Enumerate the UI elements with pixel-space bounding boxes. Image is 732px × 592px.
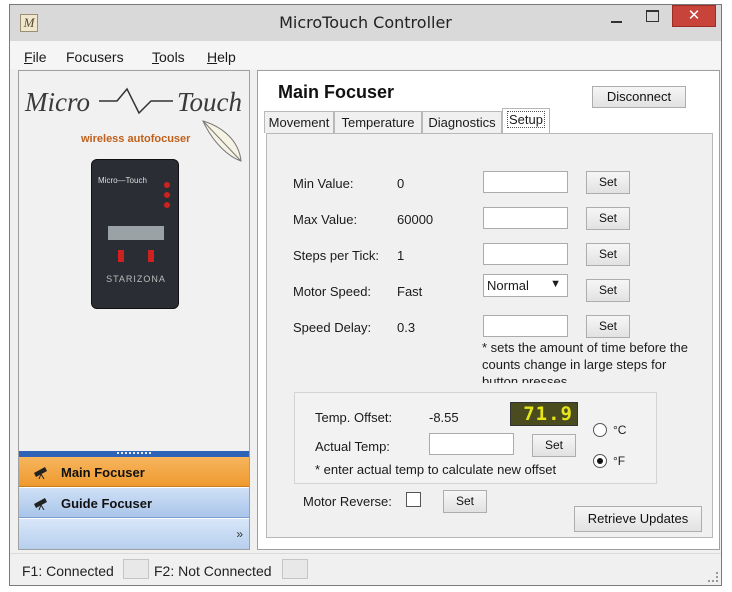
device-button [148,250,154,262]
max-value-input[interactable] [483,207,568,229]
menu-help-label: elp [217,49,236,65]
motor-speed-label: Motor Speed: [293,284,372,299]
status-f2: F2: Not Connected [154,563,272,579]
status-f2-indicator [282,559,308,579]
steps-per-tick-input[interactable] [483,243,568,265]
menu-file[interactable]: File [24,49,47,65]
telescope-icon [34,467,47,479]
set-temp-button[interactable]: Set [532,434,576,457]
min-value-label: Min Value: [293,176,354,191]
max-value-label: Max Value: [293,212,358,227]
menu-help-accel: H [207,49,218,65]
microtouch-logo: Micro Touch [25,87,242,118]
motor-speed-selected: Normal [487,278,529,293]
tab-movement[interactable]: Movement [264,111,334,133]
menu-tools-accel: T [152,49,159,65]
steps-per-tick-label: Steps per Tick: [293,248,379,263]
speed-delay-readout: 0.3 [397,320,416,335]
tab-setup[interactable]: Setup [502,108,550,134]
nav-main-focuser-label: Main Focuser [61,465,145,480]
chevron-double-icon[interactable]: » [236,527,243,541]
speed-delay-input[interactable] [483,315,568,337]
nav-overflow-bar[interactable]: » [19,519,249,549]
disconnect-button[interactable]: Disconnect [592,86,686,108]
app-window: M MicroTouch Controller ✕ File Focusers … [9,4,722,586]
device-lcd [108,226,164,240]
radio-fahrenheit[interactable] [593,454,607,468]
speed-delay-label: Speed Delay: [293,320,372,335]
menu-file-label: ile [32,49,47,65]
logo-part2: Touch [177,87,243,117]
motor-reverse-label: Motor Reverse: [303,494,392,509]
steps-per-tick-readout: 1 [397,248,405,263]
menu-focusers[interactable]: Focusers [66,49,124,65]
focuser-sidebar: Micro Touch wireless autofocuser Micro—T… [18,70,250,550]
temp-offset-readout: -8.55 [429,410,459,425]
device-led [164,202,170,208]
actual-temp-label: Actual Temp: [315,439,390,454]
set-max-button[interactable]: Set [586,207,630,230]
motor-speed-select[interactable]: Normal ▼ [483,274,568,297]
set-steps-button[interactable]: Set [586,243,630,266]
device-logo-text: Micro—Touch [98,176,147,185]
device-image: Micro—Touch STARIZONA [91,159,179,309]
tab-temperature[interactable]: Temperature [334,111,422,133]
actual-temp-input[interactable] [429,433,514,455]
close-button[interactable]: ✕ [672,5,716,27]
temp-offset-label: Temp. Offset: [315,410,393,425]
tab-setup-label: Setup [507,111,545,128]
setup-tab-content: Min Value: 0 Set Max Value: 60000 Set St… [266,133,713,538]
status-f1: F1: Connected [22,563,114,579]
device-led [164,182,170,188]
menu-tools-label: ools [159,49,185,65]
minimize-button[interactable] [600,5,632,27]
title-bar[interactable]: M MicroTouch Controller ✕ [10,5,721,41]
quill-feather-icon [202,120,242,162]
nav-main-focuser[interactable]: Main Focuser [19,457,249,487]
page-title: Main Focuser [278,82,395,102]
radio-fahrenheit-label: °F [613,454,626,468]
speed-delay-note: * sets the amount of time before the cou… [482,340,688,383]
temperature-display: 71.9 [510,402,578,426]
menu-bar: File Focusers Tools Help [10,41,721,69]
set-speed-button[interactable]: Set [586,279,630,302]
max-value-readout: 60000 [397,212,434,227]
chevron-down-icon[interactable]: ▼ [550,278,561,290]
logo-area: Micro Touch wireless autofocuser Micro—T… [19,71,249,451]
logo-part1: Micro [25,87,90,117]
maximize-button[interactable] [636,5,668,27]
retrieve-updates-button[interactable]: Retrieve Updates [574,506,702,532]
tab-diagnostics[interactable]: Diagnostics [422,111,502,133]
motor-speed-readout: Fast [397,284,423,299]
pulse-wave-icon [99,87,173,115]
set-min-button[interactable]: Set [586,171,630,194]
radio-celsius-label: °C [613,423,627,437]
radio-celsius[interactable] [593,423,607,437]
splitter-dots [117,452,151,455]
resize-grip[interactable] [708,572,718,582]
set-delay-button[interactable]: Set [586,315,630,338]
nav-guide-focuser[interactable]: Guide Focuser [19,488,249,518]
device-brand: STARIZONA [106,274,166,284]
telescope-icon [34,498,47,510]
status-f1-indicator [123,559,149,579]
menu-file-accel: F [24,49,33,65]
main-panel: Main Focuser Disconnect Movement Tempera… [257,70,720,550]
nav-guide-focuser-label: Guide Focuser [61,496,153,511]
status-bar: F1: Connected F2: Not Connected [10,553,721,585]
device-led [164,192,170,198]
logo-tagline: wireless autofocuser [81,133,191,145]
menu-help[interactable]: Help [207,49,236,65]
min-value-input[interactable] [483,171,568,193]
menu-tools[interactable]: Tools [152,49,185,65]
device-button [118,250,124,262]
motor-reverse-checkbox[interactable] [406,492,421,507]
min-value-readout: 0 [397,176,405,191]
temp-note: * enter actual temp to calculate new off… [315,462,557,477]
set-reverse-button[interactable]: Set [443,490,487,513]
menu-focusers-label: Focusers [66,49,124,65]
